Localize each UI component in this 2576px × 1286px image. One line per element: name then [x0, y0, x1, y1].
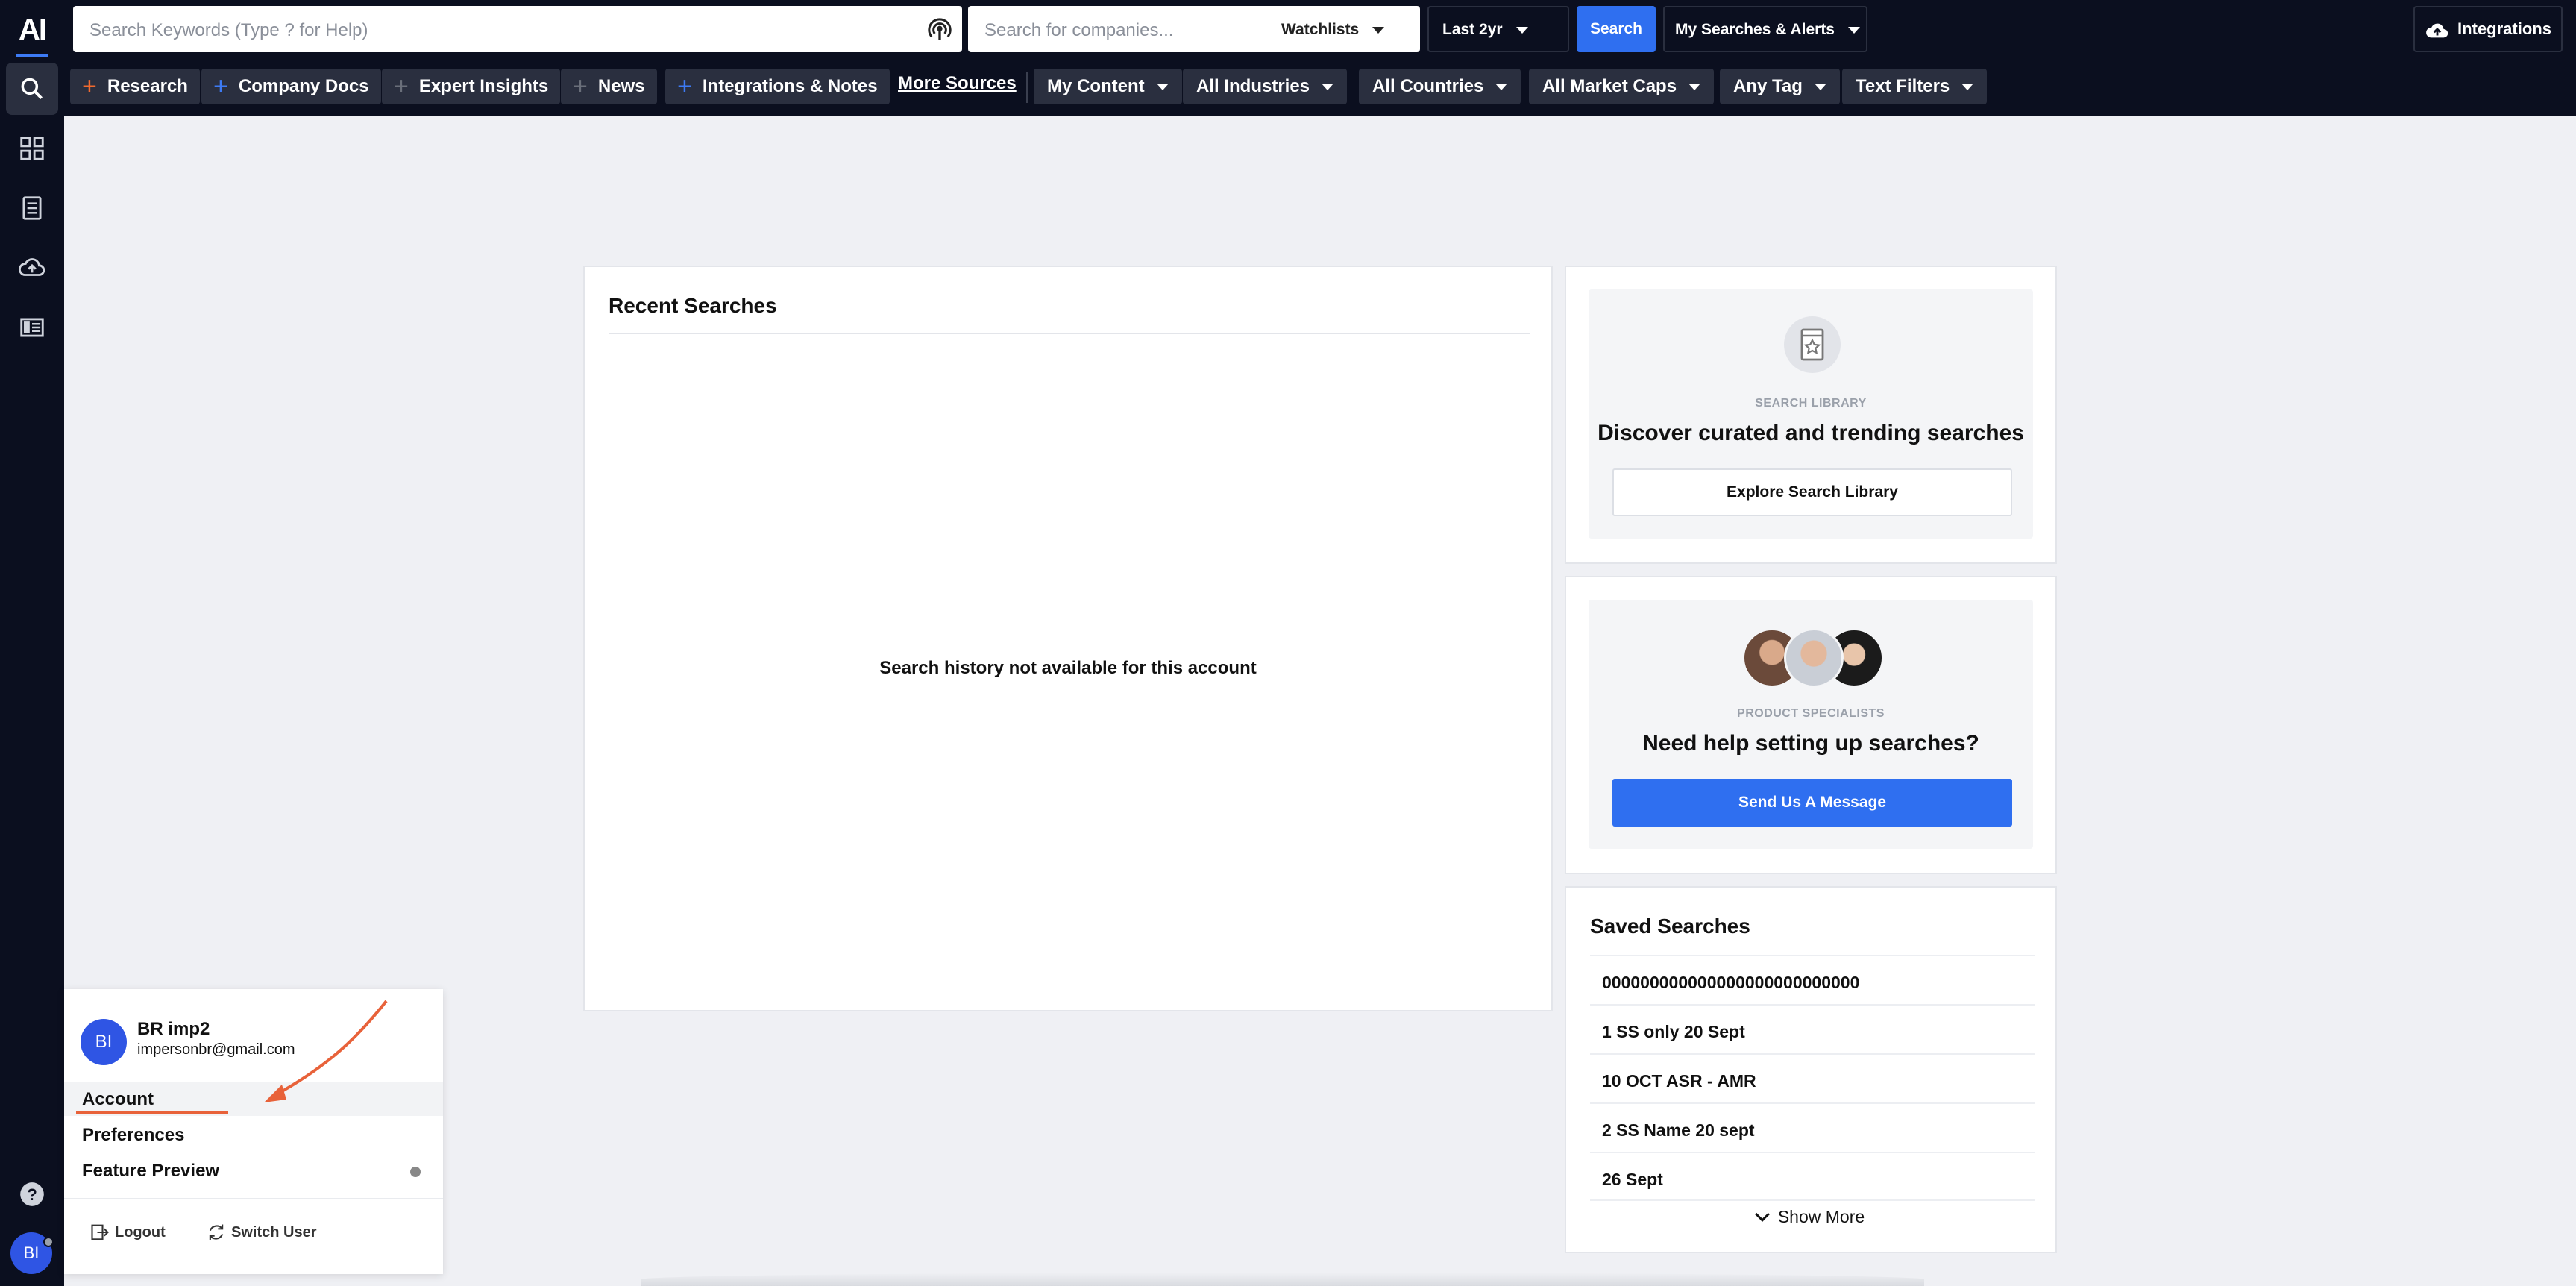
plus-icon: + [213, 72, 228, 101]
filter-tag[interactable]: Any Tag [1720, 69, 1840, 104]
plus-icon: + [677, 72, 692, 101]
refresh-icon [209, 1224, 224, 1240]
dashboard-nav-button[interactable] [6, 122, 58, 175]
scroll-shadow [641, 1273, 1924, 1286]
grid-icon [20, 137, 44, 160]
my-searches-alerts-dropdown[interactable]: My Searches & Alerts [1663, 6, 1867, 52]
chevron-down-icon [1848, 26, 1860, 34]
bookmark-star-icon [1784, 316, 1841, 373]
saved-search-item[interactable]: 000000000000000000000000000 [1590, 955, 2035, 1004]
divider [1026, 72, 1028, 103]
chevron-down-icon [1156, 83, 1169, 90]
saved-searches-title: Saved Searches [1590, 915, 1750, 938]
saved-search-item[interactable]: 1 SS only 20 Sept [1590, 1004, 2035, 1053]
cloud-upload-icon [18, 258, 45, 276]
chevron-down-icon [1814, 83, 1826, 90]
search-library-card: SEARCH LIBRARY Discover curated and tren… [1565, 266, 2057, 564]
chevron-down-icon [1322, 83, 1334, 90]
specialists-headline: Need help setting up searches? [1642, 731, 1979, 756]
filter-text[interactable]: Text Filters [1842, 69, 1988, 104]
source-chip-integrations-notes[interactable]: + Integrations & Notes [665, 69, 890, 104]
product-specialists-panel: PRODUCT SPECIALISTS Need help setting up… [1589, 600, 2033, 849]
chevron-down-icon [1754, 1207, 1770, 1222]
notebook-nav-button[interactable] [6, 182, 58, 234]
saved-search-item[interactable]: 26 Sept [1590, 1152, 2035, 1201]
logout-button[interactable]: Logout [89, 1222, 166, 1243]
filter-countries[interactable]: All Countries [1359, 69, 1521, 104]
left-rail: AI ? BI [0, 0, 64, 1286]
library-headline: Discover curated and trending searches [1598, 421, 2024, 445]
source-chip-research[interactable]: + Research [70, 69, 200, 104]
reader-nav-button[interactable] [6, 301, 58, 354]
help-icon: ? [20, 1182, 44, 1206]
search-button[interactable]: Search [1577, 6, 1656, 52]
top-bar: Search Keywords (Type ? for Help) Search… [64, 0, 2576, 116]
switch-user-button[interactable]: Switch User [206, 1222, 316, 1243]
search-nav-button[interactable] [6, 63, 58, 115]
source-chip-expert-insights[interactable]: + Expert Insights [382, 69, 561, 104]
saved-search-item[interactable]: 2 SS Name 20 sept [1590, 1102, 2035, 1152]
source-chip-news[interactable]: + News [561, 69, 657, 104]
plus-icon: + [573, 72, 588, 101]
saved-searches-card: Saved Searches 0000000000000000000000000… [1565, 886, 2057, 1253]
source-chip-company-docs[interactable]: + Company Docs [201, 69, 381, 104]
empty-state-message: Search history not available for this ac… [879, 658, 1257, 678]
specialists-eyebrow: PRODUCT SPECIALISTS [1737, 707, 1885, 720]
avatar: BI [81, 1019, 127, 1065]
chevron-down-icon [1372, 26, 1385, 34]
saved-searches-list: 000000000000000000000000000 1 SS only 20… [1590, 955, 2035, 1201]
plus-icon: + [394, 72, 409, 101]
product-specialists-card: PRODUCT SPECIALISTS Need help setting up… [1565, 576, 2057, 874]
show-more-button[interactable]: Show More [1566, 1207, 2055, 1227]
chevron-down-icon [1495, 83, 1508, 90]
library-eyebrow: SEARCH LIBRARY [1755, 397, 1867, 410]
recent-searches-card: Recent Searches Search history not avail… [583, 266, 1553, 1011]
menu-item-feature-preview[interactable]: Feature Preview [64, 1153, 443, 1188]
app-logo[interactable]: AI [0, 7, 64, 57]
divider [609, 333, 1530, 334]
date-range-dropdown[interactable]: Last 2yr [1427, 6, 1569, 52]
divider [64, 1198, 443, 1199]
specialist-avatar [1784, 628, 1844, 688]
recent-searches-title: Recent Searches [609, 294, 777, 317]
plus-icon: + [82, 72, 97, 101]
status-dot [43, 1237, 54, 1247]
indicator-dot [410, 1167, 421, 1177]
help-button[interactable]: ? [6, 1168, 58, 1220]
user-name: BR imp2 [137, 1019, 210, 1039]
svg-text:?: ? [27, 1185, 37, 1204]
podcast-icon[interactable] [925, 15, 955, 45]
upload-nav-button[interactable] [6, 242, 58, 294]
saved-search-item[interactable]: 10 OCT ASR - AMR [1590, 1053, 2035, 1102]
watchlists-dropdown[interactable]: Watchlists [1281, 21, 1385, 39]
company-search-input[interactable]: Search for companies... Watchlists [968, 6, 1420, 52]
annotation-arrow [264, 1000, 388, 1102]
explore-search-library-button[interactable]: Explore Search Library [1612, 468, 2012, 516]
annotation-underline [76, 1111, 228, 1114]
logout-icon [91, 1224, 109, 1240]
chevron-down-icon [1688, 83, 1701, 90]
search-icon [21, 78, 43, 100]
menu-item-preferences[interactable]: Preferences [64, 1117, 443, 1152]
filter-my-content[interactable]: My Content [1034, 69, 1182, 104]
cloud-upload-icon [2426, 23, 2448, 38]
user-avatar-button[interactable]: BI [10, 1232, 54, 1274]
chevron-down-icon [1961, 83, 1974, 90]
filter-industries[interactable]: All Industries [1183, 69, 1348, 104]
more-sources-link[interactable]: More Sources [898, 73, 1017, 94]
send-message-button[interactable]: Send Us A Message [1612, 779, 2012, 827]
keyword-search-input[interactable]: Search Keywords (Type ? for Help) [73, 6, 962, 52]
specialists-avatars [1742, 624, 1884, 691]
filter-market-caps[interactable]: All Market Caps [1529, 69, 1715, 104]
search-library-panel: SEARCH LIBRARY Discover curated and tren… [1589, 289, 2033, 539]
notebook-icon [22, 196, 42, 220]
chevron-down-icon [1515, 26, 1528, 34]
reader-icon [20, 318, 44, 337]
integrations-button[interactable]: Integrations [2413, 6, 2563, 52]
